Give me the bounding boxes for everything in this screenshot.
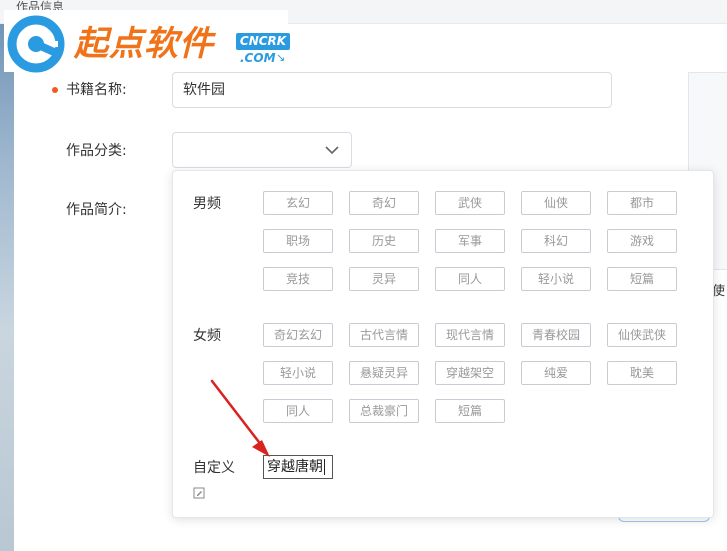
tag-male[interactable]: 武侠 [435,191,505,215]
tag-male[interactable]: 轻小说 [521,267,591,291]
tag-male[interactable]: 仙侠 [521,191,591,215]
logo-text: 起点软件 [74,24,214,64]
site-logo: 起点软件 CNCRK .COM ↘ [4,10,290,73]
logo-arrow-icon: ↘ [276,51,286,64]
male-group-label: 男频 [193,196,221,212]
tag-male[interactable]: 科幻 [521,229,591,253]
tag-male[interactable]: 奇幻 [349,191,419,215]
logo-mark-icon [7,15,65,73]
tag-male[interactable]: 灵异 [349,267,419,291]
tag-female[interactable]: 同人 [263,399,333,423]
text-caret [324,459,325,475]
custom-category-value: 穿越唐朝 [267,459,323,475]
custom-category-input[interactable]: 穿越唐朝 [263,455,333,479]
custom-group-label: 自定义 [193,460,235,476]
category-label: 作品分类: [66,143,127,159]
tag-male[interactable]: 游戏 [607,229,677,253]
tag-female[interactable]: 古代言情 [349,323,419,347]
intro-label: 作品简介: [66,202,127,218]
tag-female[interactable]: 青春校园 [521,323,591,347]
tag-male[interactable]: 都市 [607,191,677,215]
tag-female[interactable]: 轻小说 [263,361,333,385]
tag-male[interactable]: 职场 [263,229,333,253]
tag-female[interactable]: 仙侠武侠 [607,323,677,347]
tag-female[interactable]: 奇幻玄幻 [263,323,333,347]
tag-male[interactable]: 竞技 [263,267,333,291]
tag-female[interactable]: 短篇 [435,399,505,423]
desktop-background [0,0,14,551]
chevron-down-icon [325,146,339,155]
category-dropdown: 男频 玄幻 奇幻 武侠 仙侠 都市 职场 历史 军事 科幻 游戏 竞技 灵异 同… [172,170,714,518]
category-select[interactable] [172,132,352,168]
book-name-input[interactable]: 软件园 [172,72,612,108]
tag-male[interactable]: 短篇 [607,267,677,291]
logo-badge: CNCRK [236,33,290,50]
female-group-label: 女频 [193,328,221,344]
tag-male[interactable]: 历史 [349,229,419,253]
tag-female[interactable]: 穿越架空 [435,361,505,385]
tag-female[interactable]: 耽美 [607,361,677,385]
edit-icon[interactable] [193,487,205,499]
logo-domain: .COM [240,51,276,65]
tag-female[interactable]: 纯爱 [521,361,591,385]
book-name-label: 书籍名称: [66,82,127,98]
tag-male[interactable]: 军事 [435,229,505,253]
required-indicator [52,87,58,93]
tag-male[interactable]: 同人 [435,267,505,291]
tag-male[interactable]: 玄幻 [263,191,333,215]
tag-female[interactable]: 现代言情 [435,323,505,347]
tag-female[interactable]: 悬疑灵异 [349,361,419,385]
tag-female[interactable]: 总裁豪门 [349,399,419,423]
